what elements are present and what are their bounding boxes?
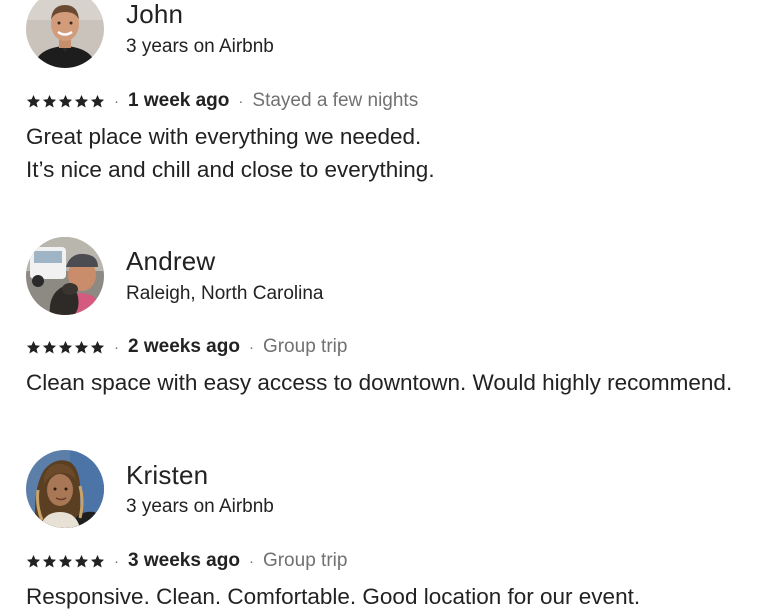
star-icon (26, 94, 41, 107)
star-icon (74, 94, 89, 107)
review-meta: · 3 weeks ago · Group trip (26, 548, 347, 574)
review-date: 1 week ago (128, 90, 230, 111)
reviewer-name: Kristen (126, 460, 209, 490)
reviewer-subtitle: Raleigh, North Carolina (126, 283, 324, 304)
review-text: Responsive. Clean. Comfortable. Good loc… (26, 580, 640, 613)
review-text-line: Responsive. Clean. Comfortable. Good loc… (26, 584, 641, 609)
reviewer-name: Andrew (126, 246, 216, 276)
separator-dot: · (248, 338, 254, 356)
reviewer-subtitle: 3 years on Airbnb (126, 496, 274, 517)
rating-stars (26, 94, 105, 109)
star-icon (90, 554, 105, 567)
review-meta: · 2 weeks ago · Group trip (26, 334, 347, 360)
separator-dot: · (248, 552, 254, 570)
star-icon (90, 94, 105, 107)
separator-dot: · (238, 92, 244, 110)
separator-dot: · (114, 92, 119, 110)
review-text-line: Clean space with easy access to downtown… (26, 370, 733, 395)
avatar[interactable] (26, 237, 104, 315)
star-icon (26, 340, 41, 353)
star-icon (42, 554, 57, 567)
trip-type: Stayed a few nights (252, 90, 419, 111)
review-date: 3 weeks ago (128, 550, 240, 571)
trip-type: Group trip (262, 550, 348, 571)
review-text-line: It’s nice and chill and close to everyth… (26, 157, 435, 182)
review-meta: · 1 week ago · Stayed a few nights (26, 88, 418, 114)
star-icon (58, 340, 73, 353)
rating-stars (26, 554, 105, 569)
star-icon (42, 340, 57, 353)
reviewer-name: John (126, 0, 184, 29)
star-icon (42, 94, 57, 107)
star-icon (74, 554, 89, 567)
reviewer-subtitle: 3 years on Airbnb (126, 36, 274, 57)
review-text: Clean space with easy access to downtown… (26, 366, 732, 399)
separator-dot: · (114, 552, 119, 570)
trip-type: Group trip (262, 336, 348, 357)
star-icon (58, 554, 73, 567)
avatar[interactable] (26, 0, 104, 68)
review-text-line: Great place with everything we needed. (26, 124, 422, 149)
avatar[interactable] (26, 450, 104, 528)
review-text: Great place with everything we needed. I… (26, 120, 435, 186)
review-date: 2 weeks ago (128, 336, 240, 357)
star-icon (90, 340, 105, 353)
separator-dot: · (114, 338, 119, 356)
star-icon (74, 340, 89, 353)
star-icon (26, 554, 41, 567)
rating-stars (26, 340, 105, 355)
star-icon (58, 94, 73, 107)
